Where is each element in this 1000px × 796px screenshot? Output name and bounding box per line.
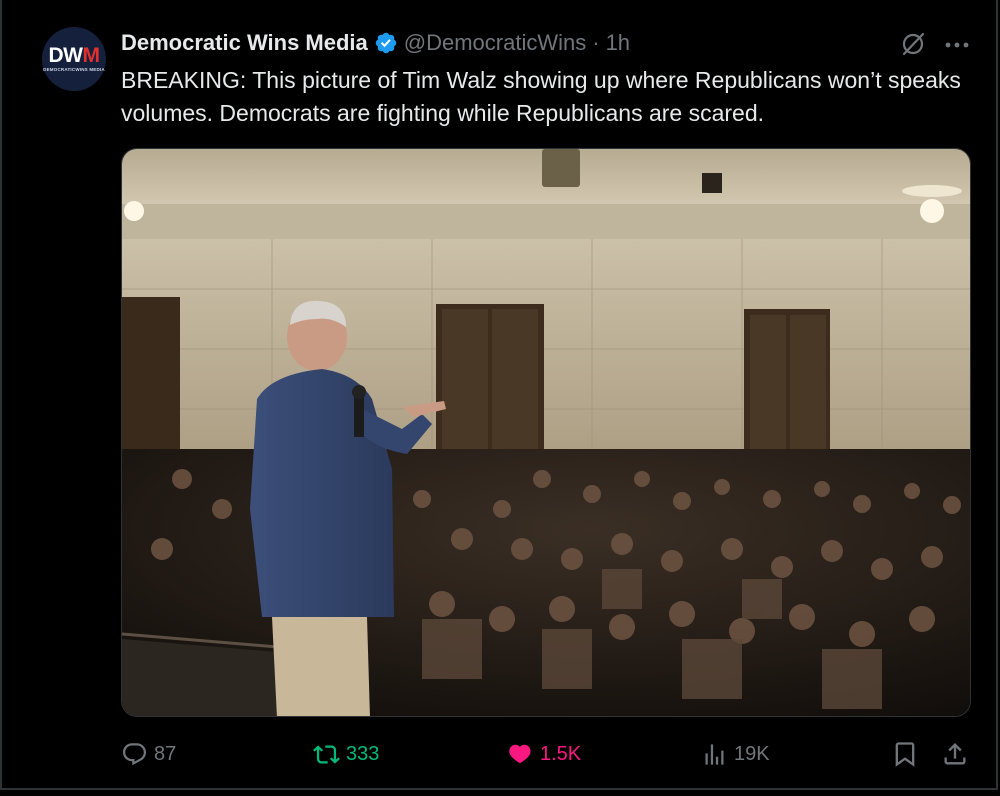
avatar[interactable]: DWM DEMOCRATICWINS MEDIA bbox=[42, 27, 106, 91]
tweet-card[interactable]: DWM DEMOCRATICWINS MEDIA Democratic Wins… bbox=[0, 0, 998, 790]
retweet-button[interactable]: 333 bbox=[313, 736, 379, 772]
verified-badge-icon bbox=[375, 32, 397, 54]
grok-icon[interactable] bbox=[900, 31, 926, 57]
event-photo bbox=[122, 149, 970, 716]
author-name[interactable]: Democratic Wins Media bbox=[121, 30, 368, 56]
retweet-icon bbox=[313, 744, 340, 764]
tweet-text: BREAKING: This picture of Tim Walz showi… bbox=[121, 67, 961, 126]
avatar-logo-right: M bbox=[82, 44, 101, 67]
bookmark-button[interactable] bbox=[891, 736, 925, 772]
like-count: 1.5K bbox=[540, 742, 582, 765]
share-icon bbox=[944, 743, 966, 765]
more-icon[interactable] bbox=[944, 42, 970, 48]
tweet-header: Democratic Wins Media @DemocraticWins · … bbox=[121, 28, 630, 58]
avatar-logo: DWM bbox=[48, 44, 101, 67]
tweet-time[interactable]: 1h bbox=[606, 30, 630, 56]
like-icon bbox=[509, 744, 531, 763]
avatar-subtext: DEMOCRATICWINS MEDIA bbox=[43, 67, 105, 72]
like-button[interactable]: 1.5K bbox=[507, 736, 581, 772]
view-count: 19K bbox=[734, 742, 770, 765]
header-separator: · bbox=[592, 30, 600, 55]
views-button[interactable]: 19K bbox=[701, 736, 770, 772]
avatar-logo-left: DW bbox=[48, 44, 84, 67]
share-button[interactable] bbox=[941, 736, 975, 772]
tweet-photo[interactable] bbox=[121, 148, 971, 717]
reply-button[interactable]: 87 bbox=[121, 736, 176, 772]
views-icon bbox=[705, 743, 724, 765]
reply-count: 87 bbox=[154, 742, 177, 765]
bookmark-icon bbox=[895, 742, 915, 767]
retweet-count: 333 bbox=[346, 742, 380, 765]
author-handle[interactable]: @DemocraticWins bbox=[404, 30, 586, 56]
reply-icon bbox=[122, 742, 147, 765]
tweet-actions: 87 333 1.5K 19K bbox=[121, 736, 971, 772]
